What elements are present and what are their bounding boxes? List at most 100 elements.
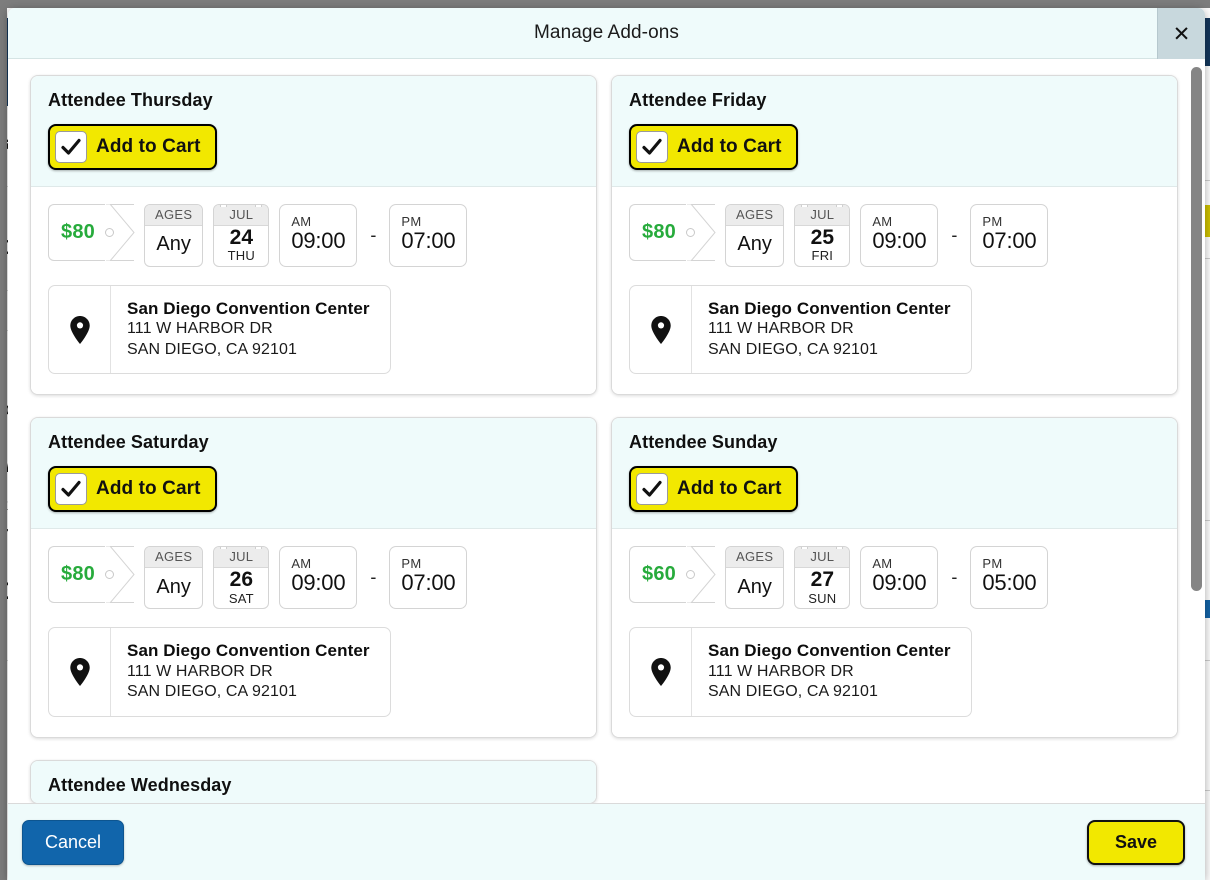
- end-time-value: 07:00: [982, 228, 1037, 254]
- price-value: $60: [642, 563, 676, 586]
- date-day: 24: [229, 226, 253, 249]
- start-time-ampm: AM: [291, 556, 312, 572]
- start-time-box[interactable]: AM 09:00: [860, 204, 939, 267]
- venue-street: 111 W HARBOR DR: [708, 662, 854, 680]
- ages-value: Any: [156, 575, 191, 598]
- ages-value: Any: [737, 575, 772, 598]
- date-weekday: THU: [227, 248, 255, 264]
- start-time-ampm: AM: [291, 213, 312, 229]
- start-time-box[interactable]: AM 09:00: [860, 546, 939, 609]
- add-to-cart-checkbox[interactable]: [55, 473, 87, 506]
- venue-name: San Diego Convention Center: [708, 641, 951, 660]
- addon-card-header: Attendee Sunday Add to Cart: [612, 418, 1177, 530]
- addon-title: Attendee Saturday: [48, 432, 209, 453]
- add-to-cart-button[interactable]: Add to Cart: [629, 466, 798, 513]
- venue-text: San Diego Convention Center 111 W HARBOR …: [111, 628, 390, 716]
- calendar-tab-icon: [255, 204, 263, 207]
- date-chip[interactable]: JUL 24 THU: [213, 204, 270, 267]
- date-main: 24 THU: [214, 226, 268, 266]
- start-time-ampm: AM: [872, 556, 893, 572]
- add-to-cart-button[interactable]: Add to Cart: [48, 466, 217, 513]
- date-month: JUL: [214, 547, 269, 569]
- venue-city: SAN DIEGO, CA 92101: [708, 683, 878, 701]
- addon-meta-row: $60 AGES Any JUL 27 SUN AM 09:00- PM 05:00: [629, 546, 1160, 609]
- add-to-cart-button[interactable]: Add to Cart: [629, 124, 798, 170]
- addon-card-body: $80 AGES Any JUL 25 FRI AM 09:00- PM 07:00 San Die…: [612, 187, 1177, 395]
- ages-chip[interactable]: AGES Any: [144, 546, 204, 609]
- venue-street: 111 W HARBOR DR: [708, 320, 854, 338]
- addon-meta-row: $80 AGES Any JUL 24 THU AM 09:00- PM 07:00: [48, 204, 579, 267]
- venue-name: San Diego Convention Center: [127, 641, 370, 660]
- add-to-cart-button[interactable]: Add to Cart: [48, 124, 217, 170]
- add-to-cart-checkbox[interactable]: [55, 131, 87, 163]
- venue-text: San Diego Convention Center 111 W HARBOR …: [692, 628, 971, 716]
- venue-name: San Diego Convention Center: [127, 298, 370, 318]
- addon-meta-row: $80 AGES Any JUL 25 FRI AM 09:00- PM 07:00: [629, 204, 1160, 267]
- close-icon[interactable]: ✕: [1157, 8, 1205, 60]
- date-month: JUL: [795, 205, 850, 226]
- ages-chip[interactable]: AGES Any: [725, 546, 785, 609]
- start-time-box[interactable]: AM 09:00: [279, 546, 358, 609]
- end-time-ampm: PM: [982, 213, 1003, 229]
- scrollbar-thumb[interactable]: [1191, 67, 1202, 591]
- addon-card-header: Attendee Friday Add to Cart: [612, 76, 1177, 187]
- ages-label: AGES: [726, 205, 784, 226]
- ages-value: Any: [156, 233, 191, 256]
- add-to-cart-checkbox[interactable]: [636, 131, 668, 163]
- end-time-ampm: PM: [401, 556, 422, 572]
- ages-chip[interactable]: AGES Any: [144, 204, 204, 267]
- add-to-cart-label: Add to Cart: [677, 478, 782, 500]
- date-main: 27 SUN: [795, 568, 849, 608]
- venue-street: 111 W HARBOR DR: [127, 320, 273, 338]
- venue-box: San Diego Convention Center 111 W HARBOR …: [629, 284, 972, 375]
- calendar-tab-icon: [836, 547, 844, 550]
- modal-body-scroll-area[interactable]: Attendee Thursday Add to Cart $80 AGES Any JU…: [8, 59, 1205, 803]
- save-button[interactable]: Save: [1086, 819, 1185, 865]
- price-value: $80: [61, 221, 95, 243]
- addon-card-header: Attendee Thursday Add to Cart: [31, 76, 596, 187]
- map-pin-icon: [630, 628, 692, 716]
- ages-label: AGES: [145, 547, 203, 569]
- map-pin-icon: [49, 628, 111, 716]
- venue-street: 111 W HARBOR DR: [127, 662, 273, 680]
- price-tag: $80: [629, 204, 716, 261]
- date-weekday: FRI: [811, 248, 834, 264]
- addon-card: Attendee Sunday Add to Cart $60 AGES Any JUL 2…: [611, 417, 1178, 738]
- add-to-cart-label: Add to Cart: [96, 478, 201, 500]
- addon-card-body: $60 AGES Any JUL 27 SUN AM 09:00- PM 05:00 San Die…: [612, 529, 1177, 737]
- backdrop-overlay-left: [0, 0, 7, 880]
- price-tag-hole-icon: [686, 228, 695, 237]
- price-tag: $80: [48, 546, 135, 604]
- calendar-tab-icon: [255, 547, 263, 550]
- addon-card-body: $80 AGES Any JUL 24 THU AM 09:00- PM 07:00 San Die…: [31, 187, 596, 395]
- price-tag-hole-icon: [105, 228, 114, 237]
- venue-name: San Diego Convention Center: [708, 298, 951, 318]
- end-time-box[interactable]: PM 07:00: [389, 546, 468, 609]
- addon-card: Attendee Saturday Add to Cart $80 AGES Any JU…: [30, 417, 597, 738]
- vertical-scrollbar[interactable]: [1191, 67, 1202, 803]
- add-to-cart-checkbox[interactable]: [636, 473, 668, 506]
- end-time-box[interactable]: PM 07:00: [970, 204, 1049, 267]
- start-time-box[interactable]: AM 09:00: [279, 204, 358, 267]
- end-time-box[interactable]: PM 07:00: [389, 204, 468, 267]
- date-main: 26 SAT: [214, 568, 268, 608]
- start-time-value: 09:00: [872, 570, 927, 596]
- ages-chip[interactable]: AGES Any: [725, 204, 785, 267]
- calendar-tab-icon: [220, 204, 228, 207]
- date-chip[interactable]: JUL 27 SUN: [794, 546, 851, 609]
- addon-card-header: Attendee Saturday Add to Cart: [31, 418, 596, 530]
- addon-meta-row: $80 AGES Any JUL 26 SAT AM 09:00- PM 07:00: [48, 546, 579, 609]
- modal-footer: Cancel Save: [8, 803, 1205, 880]
- venue-box: San Diego Convention Center 111 W HARBOR …: [48, 284, 391, 375]
- date-chip[interactable]: JUL 25 FRI: [794, 204, 851, 267]
- end-time-box[interactable]: PM 05:00: [970, 546, 1049, 609]
- date-chip[interactable]: JUL 26 SAT: [213, 546, 270, 609]
- date-month: JUL: [795, 547, 850, 569]
- cancel-button[interactable]: Cancel: [22, 819, 125, 865]
- start-time-ampm: AM: [872, 213, 893, 229]
- time-range-dash: -: [370, 567, 377, 588]
- time-range-dash: -: [951, 224, 958, 245]
- time-range-dash: -: [951, 567, 958, 588]
- price-value: $80: [642, 221, 676, 243]
- modal-title: Manage Add-ons: [533, 22, 680, 43]
